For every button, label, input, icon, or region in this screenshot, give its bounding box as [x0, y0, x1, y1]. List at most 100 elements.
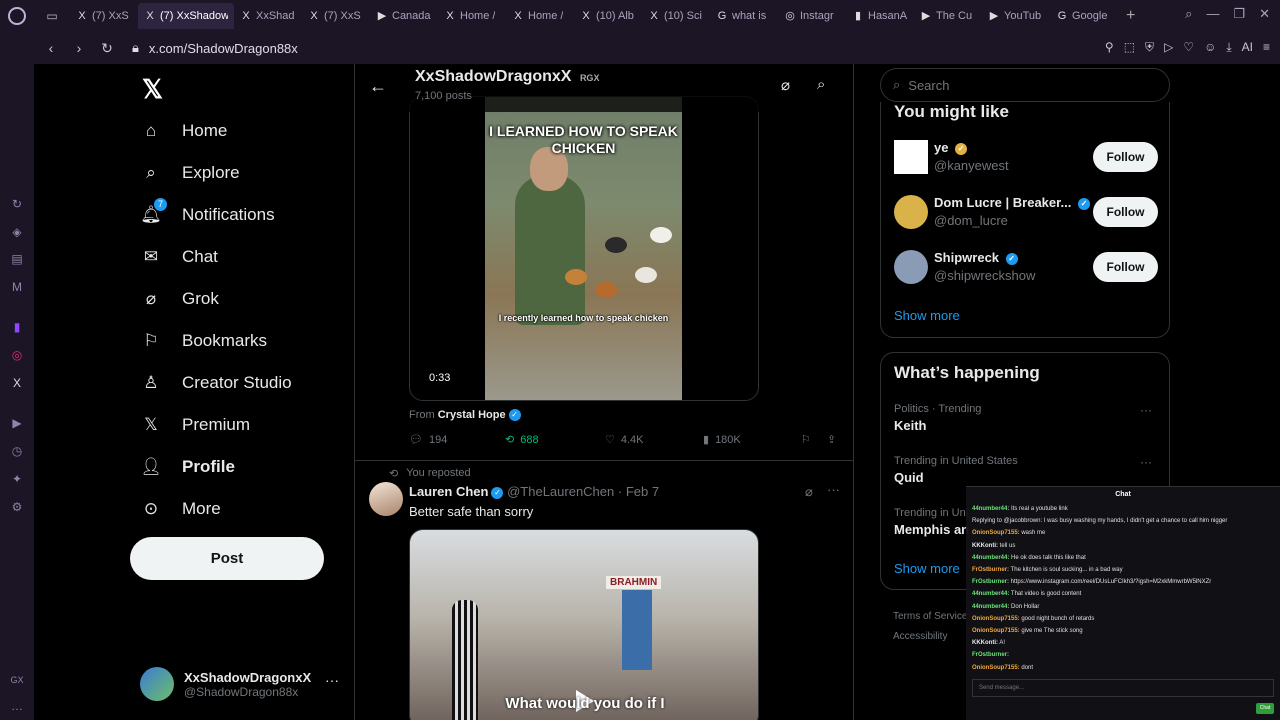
new-tab-icon[interactable]: + — [1126, 7, 1135, 25]
opera-gx-logo-icon[interactable] — [0, 0, 34, 32]
more-dots-icon[interactable]: ··· — [1140, 455, 1152, 469]
browser-tab[interactable]: X Home / — [438, 3, 506, 29]
chat-username[interactable]: 44number44: — [972, 591, 1009, 597]
search-icon[interactable]: ⌕ — [817, 76, 825, 93]
nav-item-more[interactable]: ⊙ More — [140, 498, 221, 520]
browser-tab[interactable]: X (7) XxShadowD — [138, 3, 234, 29]
chat-send-button[interactable]: Chat — [1256, 703, 1274, 714]
follow-button[interactable]: Follow — [1093, 252, 1158, 282]
browser-tab[interactable]: X (10) Alb — [574, 3, 642, 29]
chat-username[interactable]: 44number44: — [972, 604, 1009, 610]
maximize-icon[interactable]: ❐ — [1233, 6, 1245, 22]
search-tabs-icon[interactable]: ⌕ — [1185, 6, 1192, 22]
browser-tab[interactable]: ▶ The Cu — [914, 3, 982, 29]
more-dots-icon[interactable]: ··· — [1140, 403, 1152, 417]
chat-username[interactable]: OnionSoup7155: — [972, 530, 1020, 536]
browser-tab[interactable]: X XxShad — [234, 3, 302, 29]
nav-item-premium[interactable]: 𝕏 Premium — [140, 414, 250, 436]
browser-tab[interactable]: X (7) XxS — [302, 3, 370, 29]
browser-tab[interactable]: ▮ HasanA — [846, 3, 914, 29]
browser-tab[interactable]: ▶ YouTub — [982, 3, 1050, 29]
nav-item-grok[interactable]: ⌀ Grok — [140, 288, 219, 310]
trend-item[interactable]: Politics · Trending Keith ··· — [894, 403, 1158, 433]
gx-corner-icon[interactable]: GX — [9, 672, 25, 688]
avatar[interactable] — [369, 482, 403, 516]
forward-icon[interactable]: › — [68, 40, 90, 56]
chat-input[interactable]: Send message... — [972, 679, 1274, 697]
chat-username[interactable]: OnionSoup7155: — [972, 628, 1020, 634]
browser-tab[interactable]: X (10) Sci — [642, 3, 710, 29]
nav-item-home[interactable]: ⌂ Home — [140, 120, 228, 142]
suggested-account[interactable]: ye ✓ @kanyewest Follow — [894, 140, 1158, 176]
ai-button[interactable]: AI — [1242, 40, 1253, 55]
reply-button[interactable]: 💬︎ 194 — [409, 433, 447, 447]
back-arrow-icon[interactable]: ← — [369, 76, 387, 97]
tab-manager-icon[interactable]: ▭ — [34, 9, 70, 23]
trend-item[interactable]: Trending in United States Quid ··· — [894, 455, 1158, 485]
profile-icon[interactable]: ☺ — [1204, 40, 1216, 55]
suggested-account[interactable]: Shipwreck ✓ @shipwreckshow Follow — [894, 250, 1158, 286]
show-more-link[interactable]: Show more — [894, 561, 960, 576]
player-sidebar-icon[interactable]: ▶ — [9, 415, 25, 431]
follow-button[interactable]: Follow — [1093, 197, 1158, 227]
menu-icon[interactable]: ≡ — [1263, 40, 1270, 55]
nav-item-creator-studio[interactable]: ♙ Creator Studio — [140, 372, 291, 394]
grok-icon[interactable]: ⌀ — [805, 484, 813, 500]
browser-tab[interactable]: ▶ Canada — [370, 3, 438, 29]
like-button[interactable]: ♡ 4.4K — [605, 433, 644, 447]
messenger-sidebar-icon[interactable]: M — [9, 279, 25, 295]
player-icon[interactable]: ▷ — [1164, 40, 1173, 55]
ai-sidebar-icon[interactable]: ◈ — [9, 224, 25, 240]
history-sidebar-icon[interactable]: ◷ — [9, 443, 25, 459]
show-more-link[interactable]: Show more — [894, 308, 960, 323]
post-date[interactable]: · Feb 7 — [618, 484, 659, 499]
minimize-icon[interactable]: — — [1206, 6, 1219, 22]
author-handle[interactable]: @TheLaurenChen — [507, 484, 614, 499]
nav-item-bookmarks[interactable]: ⚐ Bookmarks — [140, 330, 267, 352]
post-button[interactable]: Post — [130, 537, 324, 580]
extensions-sidebar-icon[interactable]: ✦ — [9, 471, 25, 487]
x-sidebar-icon[interactable]: X — [9, 375, 25, 391]
pin-icon[interactable]: ⚲ — [1105, 40, 1114, 55]
footer-link[interactable]: Accessibility — [893, 627, 967, 647]
views-button[interactable]: ▮ 180K — [703, 433, 741, 447]
chat-username[interactable]: KKKonti: — [972, 543, 998, 549]
notes-sidebar-icon[interactable]: ▤ — [9, 251, 25, 267]
browser-tab[interactable]: X Home / — [506, 3, 574, 29]
video-player[interactable]: BRAHMIN What would you do if I — [409, 529, 759, 720]
footer-link[interactable]: Terms of Service — [893, 607, 967, 627]
refresh-sidebar-icon[interactable]: ↻ — [9, 196, 25, 212]
nav-item-notifications[interactable]: 🔔︎ 7 Notifications — [140, 198, 275, 226]
browser-tab[interactable]: X (7) XxS — [70, 3, 138, 29]
follow-button[interactable]: Follow — [1093, 142, 1158, 172]
more-dots-icon[interactable]: ··· — [827, 482, 840, 497]
more-dots-icon[interactable]: ··· — [325, 672, 339, 688]
chat-username[interactable]: 44number44: — [972, 555, 1009, 561]
attribution-name[interactable]: Crystal Hope — [438, 409, 506, 421]
browser-tab[interactable]: ◎ Instagr — [778, 3, 846, 29]
twitch-sidebar-icon[interactable]: ▮ — [9, 319, 25, 335]
grok-icon[interactable]: ⌀ — [781, 76, 790, 94]
chat-username[interactable]: OnionSoup7155: — [972, 616, 1020, 622]
search-input[interactable]: ⌕ Search — [880, 68, 1170, 102]
author-name[interactable]: Lauren Chen — [409, 484, 488, 499]
snapshot-icon[interactable]: ⬚ — [1124, 40, 1135, 55]
chat-username[interactable]: FrOstburner: — [972, 579, 1009, 585]
browser-tab[interactable]: G Google — [1050, 3, 1118, 29]
bookmark-button[interactable]: ⚐ — [801, 433, 811, 446]
chat-username[interactable]: OnionSoup7155: — [972, 665, 1020, 671]
browser-tab[interactable]: Gwhat is — [710, 3, 778, 29]
video-player[interactable]: I LEARNED HOW TO SPEAK CHICKEN I recentl… — [409, 96, 759, 401]
chat-username[interactable]: FrOstburner: — [972, 652, 1009, 658]
share-button[interactable]: ⇪ — [827, 433, 836, 446]
url-field[interactable]: x.com/ShadowDragon88x — [149, 41, 298, 56]
heart-icon[interactable]: ♡ — [1183, 40, 1194, 55]
close-window-icon[interactable]: ✕ — [1259, 6, 1270, 22]
suggested-account[interactable]: Dom Lucre | Breaker... ✓ @dom_lucre Follow — [894, 195, 1158, 231]
reload-icon[interactable]: ↻ — [96, 40, 118, 57]
settings-sidebar-icon[interactable]: ⚙ — [9, 499, 25, 515]
instagram-sidebar-icon[interactable]: ◎ — [9, 347, 25, 363]
back-icon[interactable]: ‹ — [40, 40, 62, 56]
account-switcher[interactable]: XxShadowDragonxX @ShadowDragon88x ··· — [140, 664, 340, 704]
nav-item-profile[interactable]: 👤︎ Profile — [140, 456, 235, 478]
